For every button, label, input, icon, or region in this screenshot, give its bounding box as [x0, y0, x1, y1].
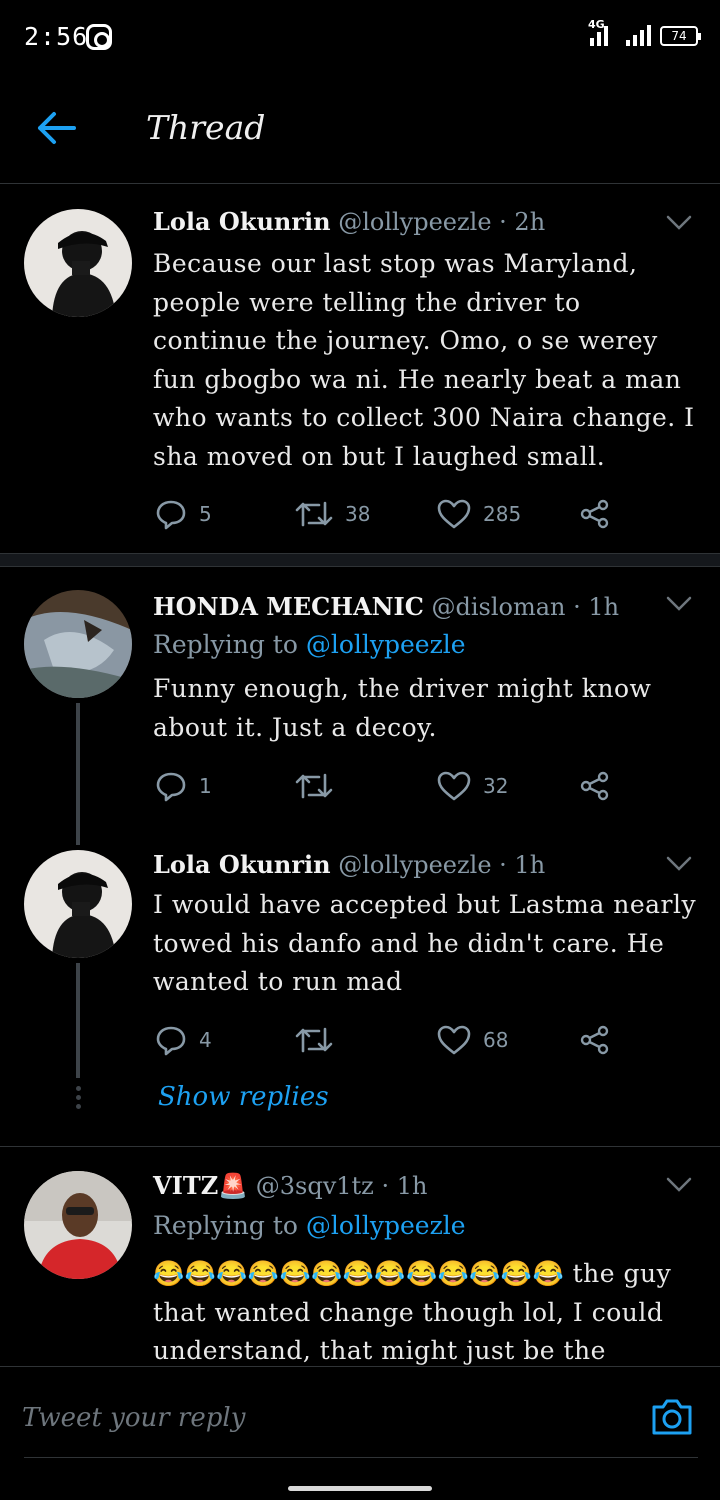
chevron-down-icon[interactable] [666, 596, 692, 612]
status-time: 2:56 [24, 22, 89, 51]
camera-icon[interactable] [650, 1397, 694, 1437]
tweet-text: Funny enough, the driver might know abou… [153, 674, 652, 742]
chevron-down-icon[interactable] [666, 215, 692, 231]
reply-input[interactable]: Tweet your reply [22, 1403, 245, 1433]
like-icon [437, 771, 471, 801]
battery-level: 74 [671, 29, 687, 43]
tweet-header: Lola Okunrin @lollypeezle · 1h [153, 850, 545, 879]
author-name[interactable]: Lola Okunrin [153, 850, 331, 879]
thread-header: Thread [0, 72, 720, 184]
network-label: 4G [588, 18, 605, 31]
reply-tweet[interactable]: Lola Okunrin @lollypeezle · 1h I would h… [0, 830, 720, 1140]
retweet-button[interactable]: 38 [295, 496, 370, 532]
status-indicators: 4G 74 [588, 18, 701, 46]
avatar[interactable] [24, 850, 132, 958]
tweet-time: · 1h [381, 1172, 428, 1200]
replying-to: Replying to @lollypeezle [153, 630, 466, 659]
tweet-time: · 1h [573, 593, 620, 621]
thread-connector [76, 963, 80, 1078]
battery-icon: 74 [660, 26, 701, 46]
tweet-time: · 2h [499, 208, 546, 236]
avatar[interactable] [24, 1171, 132, 1279]
reply-icon [156, 500, 186, 530]
tweet-header: Lola Okunrin @lollypeezle · 2h [153, 207, 545, 236]
reply-tweet[interactable]: VITZ🚨 @3sqv1tz · 1h Replying to @lollype… [0, 1147, 720, 1366]
reply-count: 1 [199, 774, 212, 798]
like-button[interactable]: 32 [437, 768, 508, 804]
tweet-time: · 1h [499, 851, 546, 879]
share-icon [580, 499, 609, 529]
like-count: 68 [483, 1028, 509, 1052]
thread-dots [74, 1086, 82, 1113]
author-handle[interactable]: @lollypeezle [338, 851, 491, 879]
reply-button[interactable]: 1 [155, 768, 212, 804]
chevron-down-icon[interactable] [666, 1177, 692, 1193]
instagram-icon [86, 24, 112, 50]
tweet-actions: 1 32 [155, 768, 625, 804]
like-icon [437, 1025, 471, 1055]
share-icon [580, 1025, 609, 1055]
section-divider [0, 553, 720, 567]
author-name[interactable]: VITZ🚨 [153, 1171, 248, 1200]
replying-to-link[interactable]: @lollypeezle [306, 630, 466, 659]
tweet-text: Because our last stop was Maryland, peop… [153, 249, 695, 471]
reply-composer: Tweet your reply [0, 1366, 720, 1500]
retweet-icon [295, 1027, 333, 1053]
retweet-icon [295, 773, 333, 799]
share-button[interactable] [579, 1022, 611, 1058]
share-button[interactable] [579, 496, 611, 532]
status-bar: 2:56 4G 74 [0, 0, 720, 72]
tweet-header: HONDA MECHANIC @disloman · 1h [153, 592, 619, 621]
replying-to: Replying to @lollypeezle [153, 1211, 466, 1240]
tweet-actions: 5 38 285 [155, 496, 625, 532]
reply-input-underline [24, 1457, 698, 1458]
retweet-icon [295, 501, 333, 527]
like-count: 285 [483, 502, 522, 526]
back-arrow-icon[interactable] [34, 108, 78, 148]
reply-button[interactable]: 4 [155, 1022, 212, 1058]
main-tweet[interactable]: Lola Okunrin @lollypeezle · 2h Because o… [0, 185, 720, 555]
retweet-count: 38 [345, 502, 371, 526]
reply-count: 4 [199, 1028, 212, 1052]
signal-icon [624, 20, 654, 46]
show-replies-link[interactable]: Show replies [158, 1082, 329, 1112]
like-button[interactable]: 68 [437, 1022, 508, 1058]
reply-icon [156, 1026, 186, 1056]
author-handle[interactable]: @lollypeezle [338, 208, 491, 236]
replying-to-label: Replying to [153, 1211, 298, 1240]
thread-connector [76, 703, 80, 845]
author-name[interactable]: Lola Okunrin [153, 207, 331, 236]
page-title: Thread [146, 108, 266, 147]
avatar[interactable] [24, 590, 132, 698]
tweet-text: 😂😂😂😂😂😂😂😂😂😂😂😂😂 the guy that wanted change… [153, 1259, 672, 1365]
retweet-button[interactable] [295, 1022, 345, 1058]
tweet-text: I would have accepted but Lastma nearly … [153, 890, 697, 996]
share-icon [580, 771, 609, 801]
signal-icon: 4G [588, 18, 618, 46]
chevron-down-icon[interactable] [666, 856, 692, 872]
like-count: 32 [483, 774, 509, 798]
reply-tweet[interactable]: HONDA MECHANIC @disloman · 1h Replying t… [0, 570, 720, 845]
tweet-actions: 4 68 [155, 1022, 625, 1058]
tweet-header: VITZ🚨 @3sqv1tz · 1h [153, 1171, 427, 1200]
avatar[interactable] [24, 209, 132, 317]
author-handle[interactable]: @disloman [431, 593, 565, 621]
reply-icon [156, 772, 186, 802]
reply-count: 5 [199, 502, 212, 526]
reply-button[interactable]: 5 [155, 496, 212, 532]
author-handle[interactable]: @3sqv1tz [256, 1172, 374, 1200]
share-button[interactable] [579, 768, 611, 804]
replying-to-label: Replying to [153, 630, 298, 659]
home-indicator[interactable] [288, 1486, 432, 1491]
like-button[interactable]: 285 [437, 496, 521, 532]
replying-to-link[interactable]: @lollypeezle [306, 1211, 466, 1240]
like-icon [437, 499, 471, 529]
retweet-button[interactable] [295, 768, 345, 804]
author-name[interactable]: HONDA MECHANIC [153, 592, 424, 621]
